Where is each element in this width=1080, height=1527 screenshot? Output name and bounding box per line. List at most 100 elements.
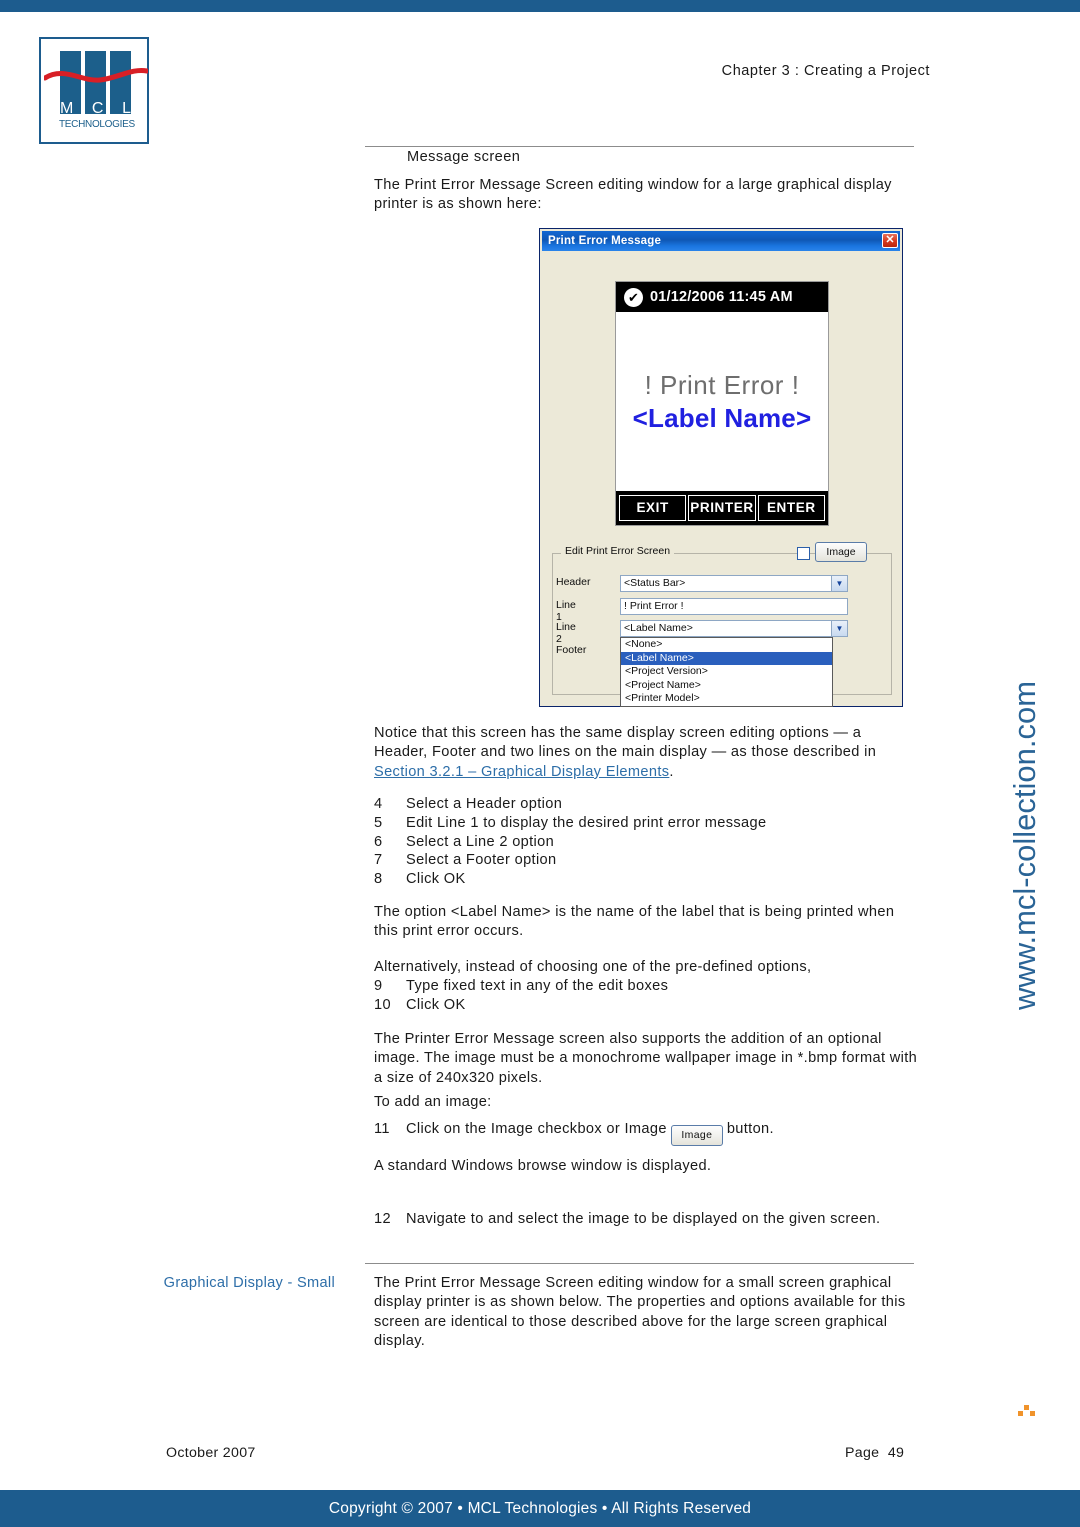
preview-line-2: <Label Name> [632,402,812,433]
logo-letter-m: M [60,100,74,117]
close-icon[interactable]: ✕ [882,233,898,248]
watermark-text: www.mcl-collection.com [1007,680,1042,1010]
step-text: Click OK [406,996,466,1013]
step-eleven-text-before: Click on the Image checkbox or Image [406,1121,667,1137]
step-eleven-text-after: button. [726,1121,774,1137]
notice-paragraph: Notice that this screen has the same dis… [374,724,919,782]
footer-date: October 2007 [166,1445,256,1461]
preview-printer-button[interactable]: PRINTER [688,495,756,521]
logo-letters: M C L [60,101,131,117]
intro-paragraph: The Print Error Message Screen editing w… [374,177,892,213]
step-number: 5 [374,814,383,831]
line1-input[interactable]: ! Print Error ! [620,598,848,615]
step-text: Select a Footer option [406,852,557,869]
line2-combo[interactable]: <Label Name> ▼ [620,620,848,637]
alternatively-paragraph: Alternatively, instead of choosing one o… [374,959,812,975]
step-number: 7 [374,852,383,869]
list-item: 7 Select a Footer option [374,851,919,870]
step-number: 4 [374,796,383,812]
check-circle-icon: ✔ [624,287,643,307]
list-item: 10 Click OK [374,996,919,1015]
preview-datetime: 01/12/2006 11:45 AM [650,289,793,305]
dialog-body: ✔ 01/12/2006 11:45 AM ! Print Error ! <L… [542,251,900,707]
copyright-bar: Copyright © 2007 • MCL Technologies • Al… [0,1490,1080,1527]
logo-letter-l: L [122,100,131,117]
line2-combo-value: <Label Name> [624,622,693,634]
section-subheading: Message screen [407,149,521,165]
chevron-down-icon[interactable]: ▼ [831,576,847,591]
footer-page-label: Page [845,1445,880,1461]
line2-dropdown-list[interactable]: <None> <Label Name> <Project Version> <P… [620,637,833,707]
step-text: Click on the Image checkbox or Image Imag… [406,1120,919,1146]
dialog-title: Print Error Message [548,235,662,247]
step-text: Navigate to and select the image to be d… [406,1211,881,1227]
dropdown-option-project-version[interactable]: <Project Version> [621,665,832,679]
notice-text-before: Notice that this screen has the same dis… [374,725,877,761]
footer-field-label: Footer [556,644,587,656]
label-name-paragraph: The option <Label Name> is the name of t… [374,904,895,940]
list-item: 8 Click OK [374,870,919,889]
logo-graphic: M C L TECHNOLOGIES [41,39,148,142]
footer-page-number: 49 [887,1445,905,1461]
line1-input-value: ! Print Error ! [624,600,684,612]
image-support-paragraph: The Printer Error Message screen also su… [374,1031,918,1086]
preview-main-area: ! Print Error ! <Label Name> [616,312,828,491]
step-text: Select a Header option [406,796,563,812]
list-item: 4 Select a Header option [374,795,919,814]
section-link[interactable]: Section 3.2.1 – Graphical Display Elemen… [374,764,669,780]
preview-footer-bar: EXIT PRINTER ENTER [616,491,828,525]
step-twelve-row: 12 Navigate to and select the image to b… [374,1210,919,1229]
list-item: 12 Navigate to and select the image to b… [374,1210,919,1229]
chevron-down-icon[interactable]: ▼ [831,621,847,636]
steps-list-second: 9 Type fixed text in any of the edit box… [374,977,919,1015]
dropdown-option-none[interactable]: <None> [621,638,832,652]
step-number: 9 [374,978,383,994]
step-text: Type fixed text in any of the edit boxes [406,978,669,994]
header-field-label: Header [556,576,591,588]
step-text: Select a Line 2 option [406,833,555,850]
page-top-bar [0,0,1080,12]
printer-display-preview: ✔ 01/12/2006 11:45 AM ! Print Error ! <L… [615,281,829,526]
group-legend: Edit Print Error Screen [561,545,675,557]
preview-enter-button[interactable]: ENTER [757,495,825,521]
preview-exit-button[interactable]: EXIT [619,495,687,521]
sidebar-heading: Graphical Display - Small [163,1275,335,1291]
image-checkbox[interactable] [797,547,810,560]
header-combo-value: <Status Bar> [624,577,686,589]
dialog-title-bar[interactable]: Print Error Message ✕ [542,231,900,251]
small-display-paragraph: The Print Error Message Screen editing w… [374,1275,906,1350]
mcl-logo: M C L TECHNOLOGIES [39,37,149,144]
copyright-text: Copyright © 2007 • MCL Technologies • Al… [328,1499,752,1517]
step-number: 8 [374,871,383,888]
logo-wave-icon [44,67,148,83]
list-item: 11 Click on the Image checkbox or Image I… [374,1120,919,1146]
dropdown-option-project-name[interactable]: <Project Name> [621,679,832,693]
list-item: 9 Type fixed text in any of the edit box… [374,977,919,996]
steps-list-first: 4 Select a Header option 5 Edit Line 1 t… [374,795,919,889]
inline-image-button[interactable]: Image [670,1125,723,1146]
step-number: 12 [374,1211,391,1227]
watermark-squares-icon [1018,1405,1035,1416]
preview-line-1: ! Print Error ! [644,369,800,400]
line1-field-label: Line 1 [556,599,576,623]
dropdown-option-label-name[interactable]: <Label Name> [621,651,832,665]
list-item: 5 Edit Line 1 to display the desired pri… [374,814,919,833]
footer-page: Page 49 [845,1445,904,1461]
step-eleven-row: 11 Click on the Image checkbox or Image I… [374,1120,919,1146]
image-button[interactable]: Image [815,542,867,562]
preview-status-bar: ✔ 01/12/2006 11:45 AM [616,282,828,312]
chapter-heading: Chapter 3 : Creating a Project [721,63,930,79]
step-number: 11 [374,1121,390,1137]
to-add-image-paragraph: To add an image: [374,1094,492,1110]
step-number: 6 [374,833,383,850]
dropdown-option-printer-model[interactable]: <Printer Model> [621,692,832,706]
logo-letter-c: C [91,100,104,117]
list-item: 6 Select a Line 2 option [374,833,919,852]
step-text: Edit Line 1 to display the desired print… [406,814,767,831]
header-divider [365,146,914,147]
header-combo[interactable]: <Status Bar> ▼ [620,575,848,592]
print-error-message-dialog[interactable]: Print Error Message ✕ ✔ 01/12/2006 11:45… [539,228,903,707]
browse-window-paragraph: A standard Windows browse window is disp… [374,1158,712,1174]
notice-text-after: . [669,763,674,780]
logo-wordmark: TECHNOLOGIES [59,119,135,130]
